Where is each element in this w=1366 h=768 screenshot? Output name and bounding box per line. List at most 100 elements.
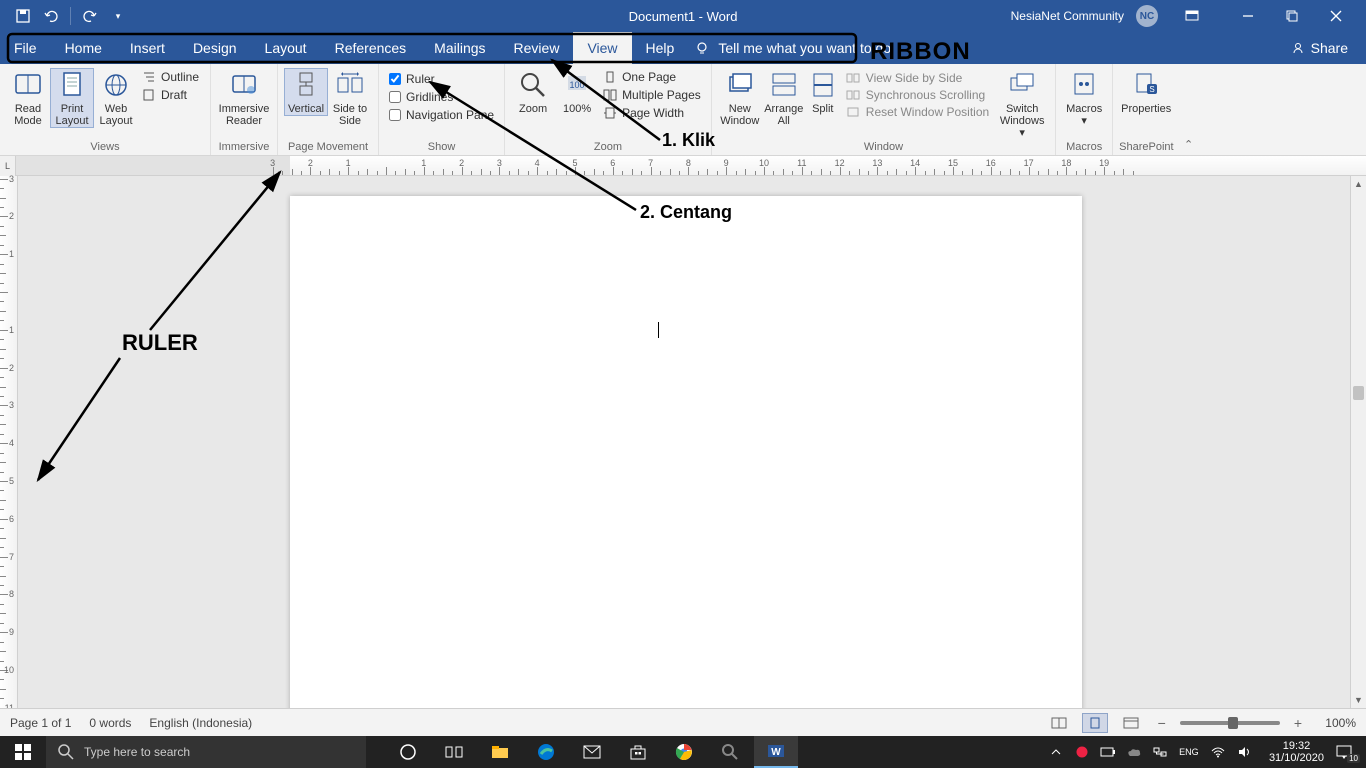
chrome-icon[interactable] [662,736,706,768]
tab-mailings[interactable]: Mailings [420,32,499,64]
undo-button[interactable] [42,7,60,25]
tab-layout[interactable]: Layout [251,32,321,64]
status-lang[interactable]: English (Indonesia) [149,716,252,730]
document-page[interactable] [290,196,1082,708]
tab-home[interactable]: Home [51,32,116,64]
web-layout-button[interactable]: Web Layout [94,68,138,127]
side-to-side-button[interactable]: Side to Side [328,68,372,127]
scroll-up-arrow[interactable]: ▲ [1351,176,1366,192]
print-layout-button[interactable]: Print Layout [50,68,94,128]
gridlines-checkbox[interactable]: Gridlines [389,90,494,104]
tab-review[interactable]: Review [500,32,574,64]
maximize-button[interactable] [1270,0,1314,32]
tray-clock[interactable]: 19:32 31/10/2020 [1261,740,1324,764]
horizontal-ruler[interactable]: L 32112345678910111213141516171819 [0,156,1366,176]
view-print-layout[interactable] [1082,713,1108,733]
tray-network[interactable] [1151,743,1169,761]
tray-onedrive[interactable] [1125,743,1143,761]
tray-volume[interactable] [1235,743,1253,761]
tab-help[interactable]: Help [632,32,689,64]
split-label: Split [812,103,833,115]
tell-me[interactable]: Tell me what you want to do [694,32,891,64]
vertical-icon [291,70,321,100]
search-app-icon[interactable] [708,736,752,768]
tray-lang[interactable]: ENG [1177,743,1201,761]
zoom-minus[interactable]: − [1154,715,1170,731]
tab-view[interactable]: View [573,32,631,64]
ruler-checkbox[interactable]: Ruler [389,72,494,86]
collapse-ribbon[interactable]: ⌃ [1180,64,1198,155]
new-window-button[interactable]: New Window [718,68,762,127]
scroll-thumb[interactable] [1353,386,1364,400]
multiple-pages-button[interactable]: Multiple Pages [603,88,701,102]
tab-references[interactable]: References [321,32,421,64]
redo-button[interactable] [81,7,99,25]
vertical-scrollbar[interactable]: ▲ ▼ [1350,176,1366,708]
gridlines-check-input[interactable] [389,91,401,103]
tray-date: 31/10/2020 [1269,752,1324,764]
view-read-mode[interactable] [1046,713,1072,733]
qat-customize[interactable]: ▾ [109,7,127,25]
tab-file[interactable]: File [0,32,51,64]
mail-icon[interactable] [570,736,614,768]
group-show: Ruler Gridlines Navigation Pane Show [379,64,505,155]
ruler-check-input[interactable] [389,73,401,85]
zoom-label: Zoom [519,103,547,115]
navpane-checkbox[interactable]: Navigation Pane [389,108,494,122]
macros-button[interactable]: Macros▾ [1062,68,1106,127]
split-button[interactable]: Split [806,68,840,115]
outline-icon [142,71,156,83]
store-icon[interactable] [616,736,660,768]
cortana-icon[interactable] [386,736,430,768]
tray-app1[interactable] [1073,743,1091,761]
text-cursor [658,322,659,338]
zoom-button[interactable]: Zoom [511,68,555,115]
status-page[interactable]: Page 1 of 1 [10,716,71,730]
one-page-button[interactable]: One Page [603,70,701,84]
hundred-percent-button[interactable]: 100 100% [555,68,599,115]
document-space[interactable] [18,176,1350,708]
user-name[interactable]: NesiaNet Community [1011,9,1124,23]
outline-button[interactable]: Outline [142,70,200,84]
immersive-reader-button[interactable]: Immersive Reader [217,68,271,127]
properties-button[interactable]: S Properties [1119,68,1173,115]
view-web-layout[interactable] [1118,713,1144,733]
tray-chevron[interactable] [1047,743,1065,761]
save-button[interactable] [14,7,32,25]
switch-windows-button[interactable]: Switch Windows ▾ [995,68,1049,139]
tray-battery[interactable] [1099,743,1117,761]
tab-insert[interactable]: Insert [116,32,179,64]
zoom-slider-knob[interactable] [1228,717,1238,729]
h-ruler-track[interactable]: 32112345678910111213141516171819 [16,156,1366,175]
minimize-button[interactable] [1226,0,1270,32]
group-macros: Macros▾ Macros [1056,64,1113,155]
edge-icon[interactable] [524,736,568,768]
vertical-button[interactable]: Vertical [284,68,328,116]
page-width-button[interactable]: Page Width [603,106,701,120]
close-button[interactable] [1314,0,1358,32]
start-button[interactable] [0,736,46,768]
explorer-icon[interactable] [478,736,522,768]
arrange-all-button[interactable]: Arrange All [762,68,806,127]
read-mode-button[interactable]: Read Mode [6,68,50,127]
navpane-check-input[interactable] [389,109,401,121]
zoom-plus[interactable]: + [1290,715,1306,731]
user-avatar[interactable]: NC [1136,5,1158,27]
tab-design[interactable]: Design [179,32,251,64]
vertical-ruler[interactable]: 3211234567891011 [0,176,18,708]
word-taskbar-icon[interactable]: W [754,736,798,768]
scroll-down-arrow[interactable]: ▼ [1351,692,1366,708]
share-icon [1291,41,1305,55]
tray-notifications[interactable]: 10 [1332,743,1356,761]
taskbar-search[interactable]: Type here to search [46,736,366,768]
ribbon-display-options[interactable] [1170,0,1214,32]
ribbon-tab-strip: File Home Insert Design Layout Reference… [0,32,1366,64]
tray-wifi[interactable] [1209,743,1227,761]
share-button[interactable]: Share [1273,32,1366,64]
draft-button[interactable]: Draft [142,88,200,102]
status-words[interactable]: 0 words [89,716,131,730]
zoom-percent[interactable]: 100% [1316,716,1356,730]
zoom-slider[interactable] [1180,721,1280,725]
task-view-icon[interactable] [432,736,476,768]
sidebyside-icon [846,72,860,84]
